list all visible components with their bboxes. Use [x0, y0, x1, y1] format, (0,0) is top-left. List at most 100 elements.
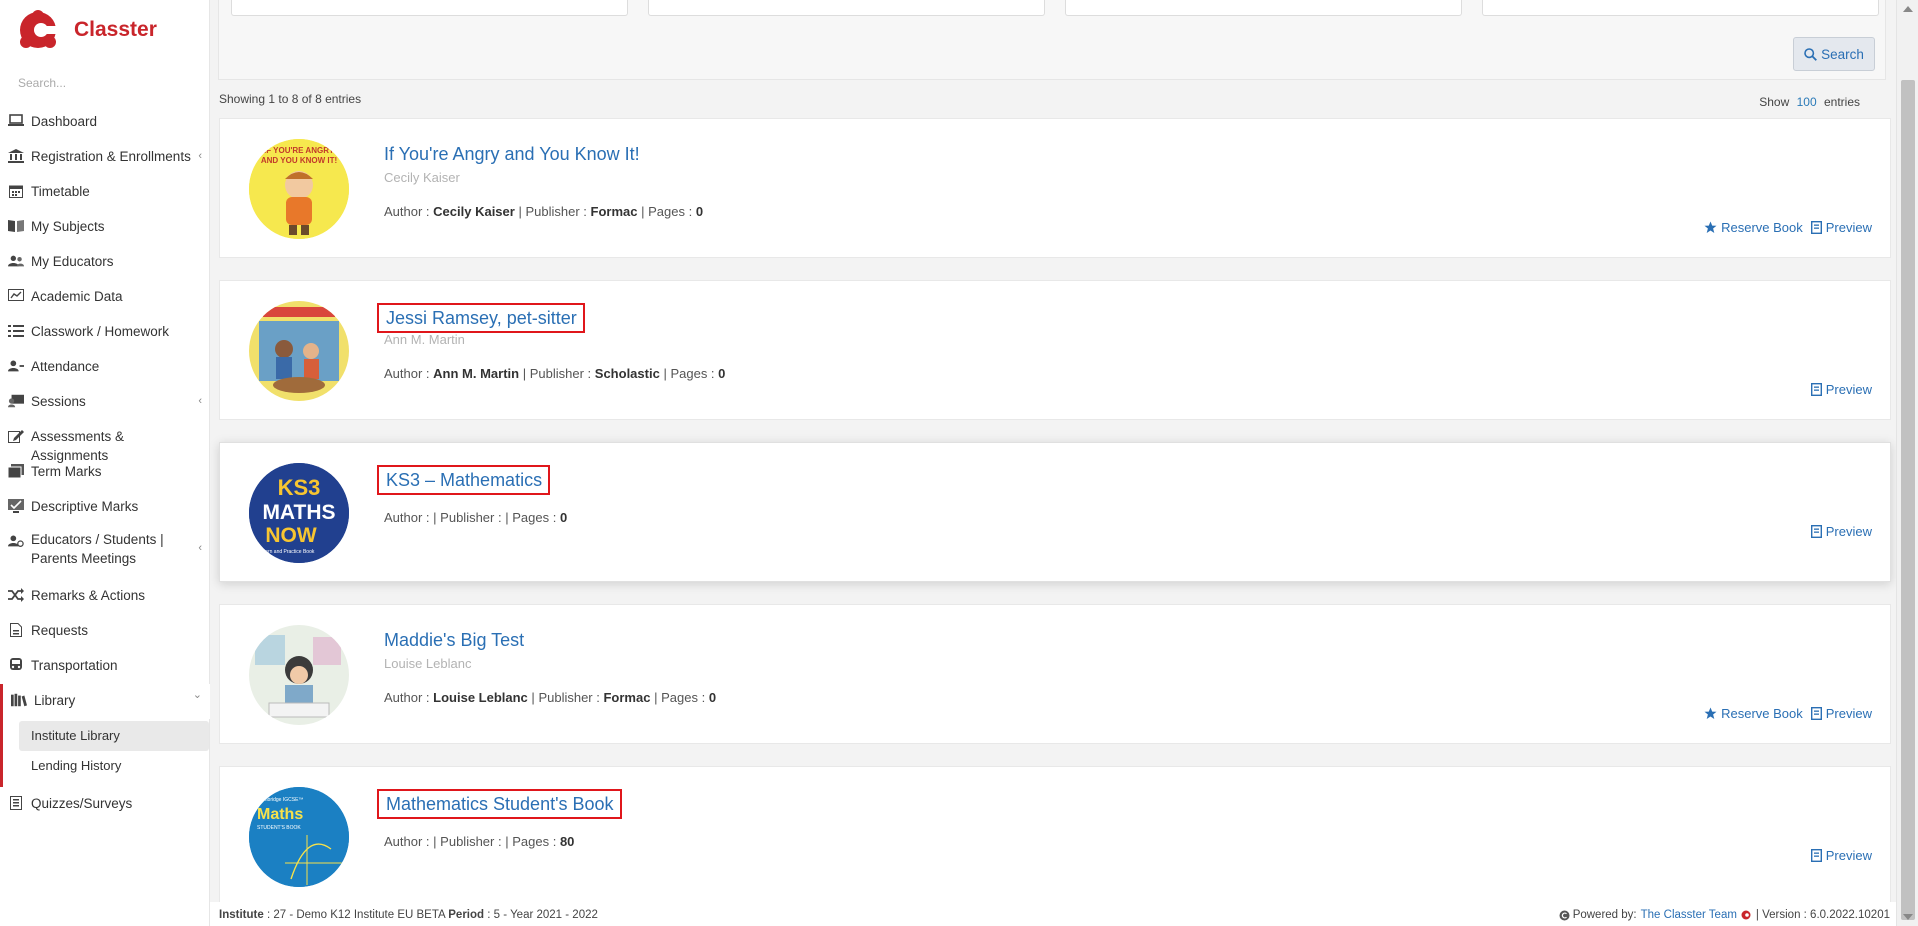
sidebar-item-my-educators[interactable]: My Educators: [0, 245, 210, 280]
author-value: Ann M. Martin: [433, 366, 520, 381]
filter-panel: Search: [218, 0, 1886, 80]
sidebar-item-parents-meetings[interactable]: Educators / Students | Parents Meetings …: [0, 525, 210, 579]
scroll-down-arrow-icon[interactable]: [1903, 914, 1913, 920]
book-cover-illustration: KS3 MATHS NOW Learn and Practice Book: [249, 463, 349, 563]
publisher-label: Publisher :: [538, 690, 600, 705]
powered-by-label: Powered by:: [1572, 909, 1637, 921]
svg-text:AND YOU KNOW IT!: AND YOU KNOW IT!: [261, 156, 337, 165]
author-value: Cecily Kaiser: [433, 204, 515, 219]
pages-value: 0: [695, 204, 704, 219]
period-value: : 5 - Year 2021 - 2022: [487, 909, 598, 921]
sidebar-item-requests[interactable]: Requests: [0, 614, 210, 649]
publisher-label: Publisher :: [440, 510, 502, 525]
sidebar-item-timetable[interactable]: Timetable: [0, 175, 210, 210]
pages-value: 0: [559, 510, 568, 525]
sidebar-item-sessions[interactable]: Sessions ‹: [0, 385, 210, 420]
preview-button[interactable]: Preview: [1810, 524, 1872, 539]
separator: |: [433, 510, 437, 525]
sidebar-item-remarks[interactable]: Remarks & Actions: [0, 579, 210, 614]
author-label: Author :: [384, 690, 430, 705]
preview-button[interactable]: Preview: [1810, 382, 1872, 397]
classter-small-logo-icon: [1741, 910, 1751, 920]
book-title-link[interactable]: Mathematics Student's Book: [377, 789, 622, 819]
entries-per-page-select[interactable]: 100: [1797, 95, 1817, 109]
reserve-book-button[interactable]: Reserve Book: [1704, 706, 1803, 721]
book-cover[interactable]: IF YOU'RE ANGRY AND YOU KNOW IT!: [249, 139, 349, 239]
separator: |: [433, 834, 437, 849]
book-icon: [8, 218, 24, 234]
author-label: Author :: [384, 834, 430, 849]
publisher-value: Scholastic: [594, 366, 660, 381]
book-title-link[interactable]: If You're Angry and You Know It!: [377, 141, 646, 167]
library-icon: [11, 692, 27, 708]
chevron-left-icon: ‹: [198, 150, 202, 162]
book-cover[interactable]: [249, 301, 349, 401]
book-meta: Author : Cecily Kaiser | Publisher : For…: [384, 204, 703, 219]
cover-text: Cambridge IGCSE™: [257, 797, 303, 803]
sidebar-item-label: Term Marks: [31, 464, 102, 479]
book-title-link[interactable]: Maddie's Big Test: [377, 627, 530, 653]
sidebar-item-registration[interactable]: Registration & Enrollments ‹: [0, 140, 210, 175]
reserve-book-button[interactable]: Reserve Book: [1704, 220, 1803, 235]
preview-label: Preview: [1825, 524, 1872, 539]
filter-field[interactable]: [1482, 0, 1879, 16]
sidebar-subitem-lending-history[interactable]: Lending History: [19, 751, 209, 781]
chevron-left-icon: ‹: [198, 395, 202, 407]
footer-institute-info: Institute : 27 - Demo K12 Institute EU B…: [219, 909, 598, 921]
book-cover-illustration: Cambridge IGCSE™ Maths STUDENT'S BOOK: [249, 787, 349, 887]
sidebar-item-quizzes[interactable]: Quizzes/Surveys: [0, 787, 210, 822]
sidebar-subitem-institute-library[interactable]: Institute Library: [19, 721, 209, 751]
book-cover[interactable]: KS3 MATHS NOW Learn and Practice Book: [249, 463, 349, 563]
footer: Institute : 27 - Demo K12 Institute EU B…: [210, 902, 1896, 926]
page-scrollbar[interactable]: [1896, 0, 1918, 926]
filter-field[interactable]: [1065, 0, 1462, 16]
sidebar-item-academic-data[interactable]: Academic Data: [0, 280, 210, 315]
sidebar-item-my-subjects[interactable]: My Subjects: [0, 210, 210, 245]
calendar-icon: [8, 183, 24, 199]
author-label: Author :: [384, 510, 430, 525]
sidebar-item-library[interactable]: Library ⌄: [0, 684, 210, 719]
sidebar-item-dashboard[interactable]: Dashboard: [0, 105, 210, 140]
author-label: Author :: [384, 366, 430, 381]
scrollbar-thumb[interactable]: [1901, 80, 1915, 920]
separator: |: [663, 366, 667, 381]
pages-value: 0: [708, 690, 717, 705]
scroll-up-arrow-icon[interactable]: [1903, 6, 1913, 12]
preview-button[interactable]: Preview: [1810, 220, 1872, 235]
sidebar-item-assessments[interactable]: Assessments & Assignments: [0, 420, 210, 463]
sidebar-item-attendance[interactable]: Attendance: [0, 350, 210, 385]
pages-label: Pages :: [512, 834, 557, 849]
preview-button[interactable]: Preview: [1810, 706, 1872, 721]
sidebar-item-term-marks[interactable]: Term Marks: [0, 455, 210, 490]
sidebar-item-classwork[interactable]: Classwork / Homework: [0, 315, 210, 350]
book-card: KS3 MATHS NOW Learn and Practice Book KS…: [219, 442, 1891, 582]
book-actions: Preview: [1803, 382, 1872, 397]
author-label: Author :: [384, 204, 430, 219]
preview-button[interactable]: Preview: [1810, 848, 1872, 863]
filter-field[interactable]: [231, 0, 628, 16]
book-meta: Author : | Publisher : | Pages : 0: [384, 510, 567, 525]
search-button[interactable]: Search: [1793, 37, 1875, 71]
cover-text: Learn and Practice Book: [260, 549, 315, 555]
sidebar-item-label: My Educators: [31, 254, 114, 269]
book-actions: Preview: [1803, 524, 1872, 539]
book-subtitle: Louise Leblanc: [384, 656, 472, 671]
sidebar-item-transportation[interactable]: Transportation: [0, 649, 210, 684]
filter-field[interactable]: [648, 0, 1045, 16]
author-value: Louise Leblanc: [433, 690, 528, 705]
book-preview-icon: [1810, 707, 1822, 720]
sidebar-search-input[interactable]: [18, 76, 198, 90]
classter-team-link[interactable]: The Classter Team: [1641, 909, 1737, 921]
book-title-link[interactable]: Jessi Ramsey, pet-sitter: [377, 303, 585, 333]
request-icon: [8, 622, 24, 638]
book-preview-icon: [1810, 525, 1822, 538]
sessions-icon: [8, 393, 24, 409]
sidebar-item-descriptive-marks[interactable]: Descriptive Marks: [0, 490, 210, 525]
brand[interactable]: Classter: [18, 8, 157, 52]
sidebar-item-label: My Subjects: [31, 219, 105, 234]
book-cover[interactable]: [249, 625, 349, 725]
book-preview-icon: [1810, 221, 1822, 234]
book-title-link[interactable]: KS3 – Mathematics: [377, 465, 551, 495]
book-cover[interactable]: Cambridge IGCSE™ Maths STUDENT'S BOOK: [249, 787, 349, 887]
library-submenu: Institute Library Lending History: [0, 719, 210, 787]
